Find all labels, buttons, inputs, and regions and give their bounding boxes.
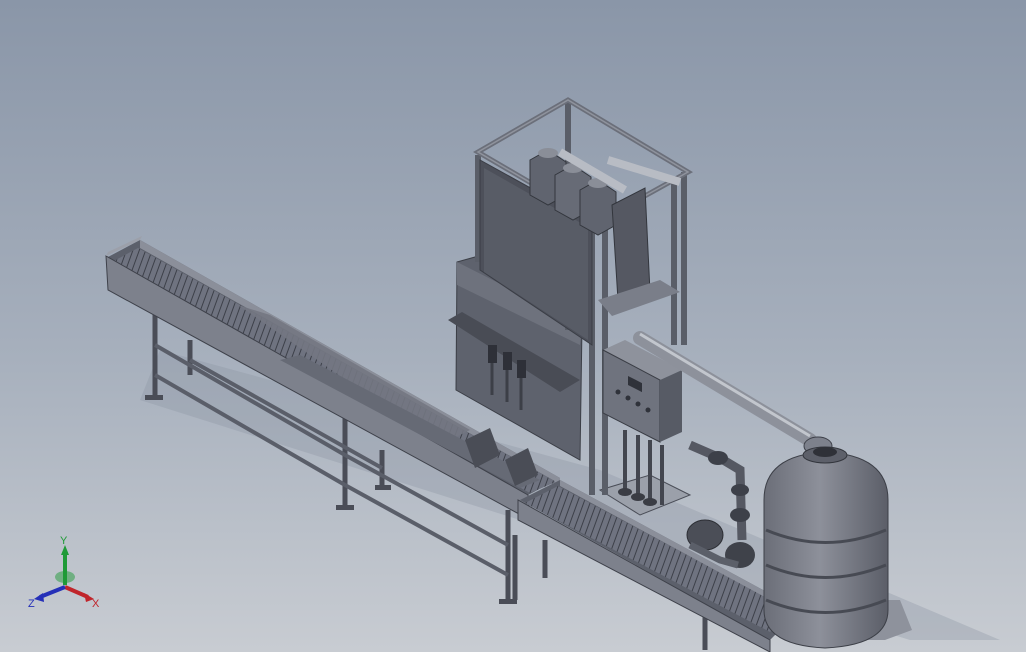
graphics-viewport[interactable]: Y X Z [0,0,1026,652]
filling-machine-model[interactable] [0,0,1026,652]
z-axis-icon [39,585,66,599]
x-axis-label: X [92,598,100,610]
x-axis-icon [64,585,89,599]
y-axis-label: Y [60,535,68,547]
z-axis-label: Z [28,598,35,610]
view-orientation-triad[interactable]: Y X Z [20,535,110,615]
water-jug[interactable] [763,446,912,649]
